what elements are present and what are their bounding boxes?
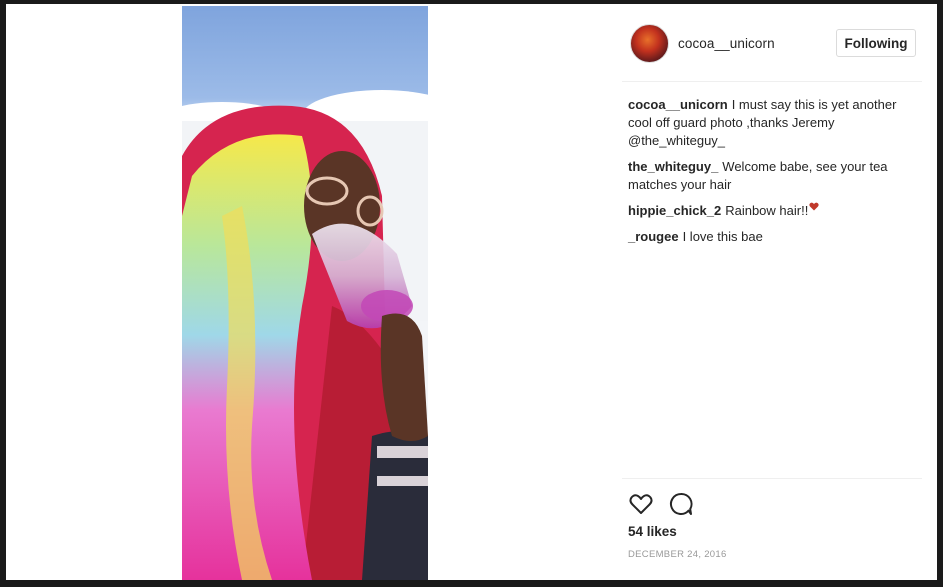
comment-text: Rainbow hair!! — [725, 203, 809, 218]
action-icons — [628, 491, 694, 517]
comment-author[interactable]: the_whiteguy_ — [628, 159, 718, 174]
comment-text: I love this bae — [682, 229, 763, 244]
comment-item: cocoa__unicorn I must say this is yet ano… — [628, 96, 918, 150]
comments-list: cocoa__unicorn I must say this is yet ano… — [628, 96, 918, 254]
window-bottom-edge — [0, 580, 943, 587]
comment-item: the_whiteguy_ Welcome babe, see your tea … — [628, 158, 918, 194]
post-photo[interactable] — [182, 6, 428, 580]
comment-item: hippie_chick_2 Rainbow hair!! — [628, 202, 918, 220]
comment-author[interactable]: _rougee — [628, 229, 679, 244]
post-date: DECEMBER 24, 2016 — [628, 549, 727, 560]
comment-item: _rougee I love this bae — [628, 228, 918, 246]
post-side-panel: cocoa__unicorn Following cocoa__unicorn I… — [622, 4, 937, 580]
avatar[interactable] — [630, 24, 669, 63]
post-actions: 54 likes DECEMBER 24, 2016 — [622, 478, 922, 580]
likes-count[interactable]: 54 likes — [628, 524, 677, 539]
photo-area — [6, 4, 616, 580]
heart-emoji-icon — [809, 202, 819, 211]
comment-author[interactable]: hippie_chick_2 — [628, 203, 721, 218]
instagram-post-modal: cocoa__unicorn Following cocoa__unicorn I… — [6, 4, 937, 580]
post-author-username[interactable]: cocoa__unicorn — [678, 36, 775, 51]
photo-illustration — [182, 90, 428, 580]
comment-author[interactable]: cocoa__unicorn — [628, 97, 728, 112]
post-header: cocoa__unicorn Following — [622, 4, 922, 82]
following-button[interactable]: Following — [836, 29, 916, 57]
heart-outline-icon[interactable] — [628, 491, 654, 517]
speech-bubble-icon[interactable] — [668, 491, 694, 517]
